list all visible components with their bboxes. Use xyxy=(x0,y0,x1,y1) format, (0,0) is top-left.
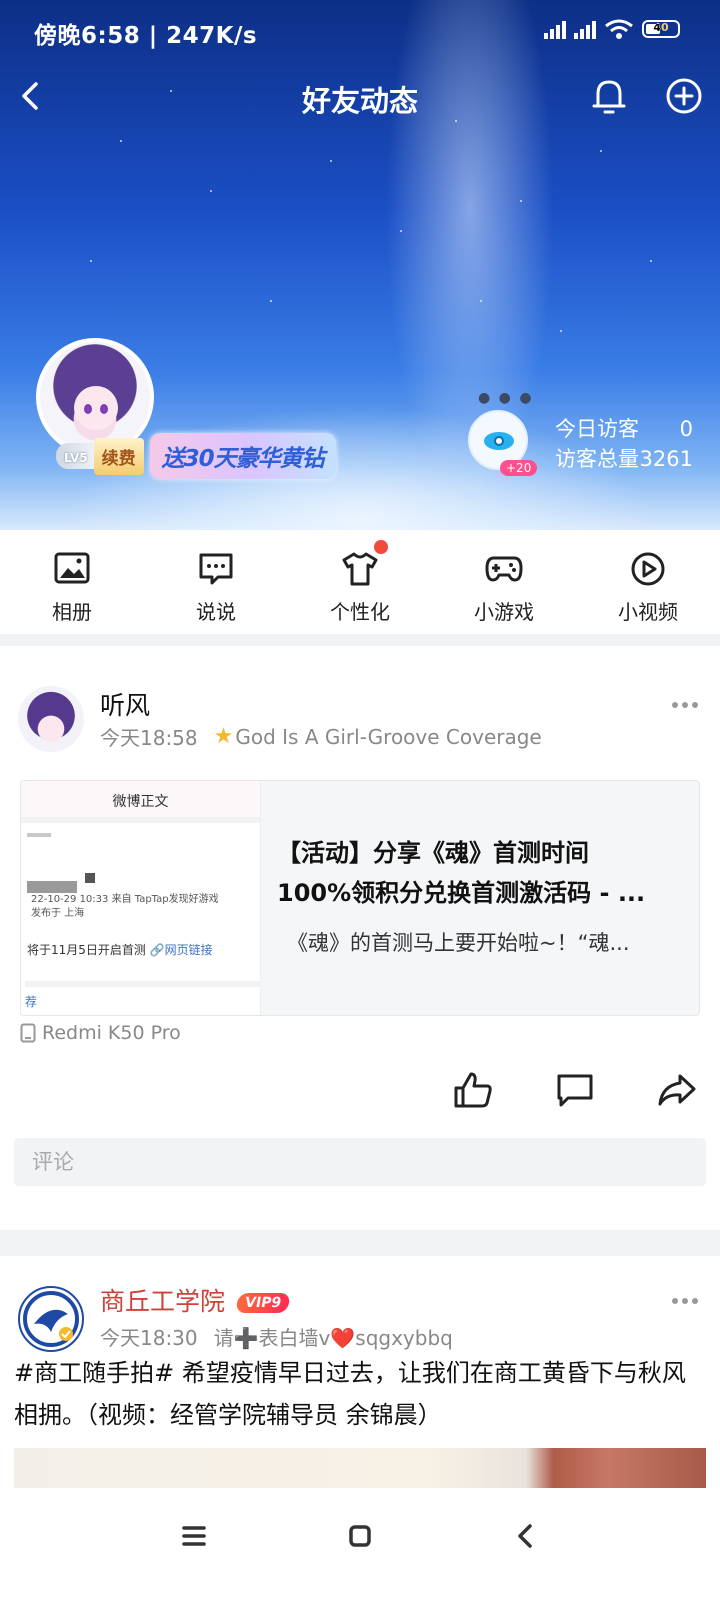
device-info: Redmi K50 Pro xyxy=(20,1022,181,1044)
more-icon[interactable] xyxy=(672,700,702,710)
notification-dot xyxy=(374,540,388,554)
status-time: 傍晚6:58 | 247K/s xyxy=(34,23,258,49)
shared-link-card[interactable]: 微博正文 22-10-29 10:33 来自 TapTap发现好游戏 发布于 上… xyxy=(20,780,700,1016)
comment-icon[interactable] xyxy=(554,1070,596,1110)
today-visitors-label: 今日访客 xyxy=(555,417,639,441)
thumb-header: 微博正文 xyxy=(21,781,260,823)
profile-cover[interactable]: 傍晚6:58 | 247K/s 40 好友动态 LV5 续费 送30天豪华黄钻 … xyxy=(0,0,720,530)
menu-label: 相册 xyxy=(52,600,92,624)
post-body: #商工随手拍# 希望疫情早日过去，让我们在商工黄昏下与秋风相拥。（视频：经管学院… xyxy=(14,1359,686,1429)
share-icon[interactable] xyxy=(656,1070,698,1110)
section-divider xyxy=(0,634,720,646)
chat-icon xyxy=(199,553,233,585)
menu-label: 个性化 xyxy=(330,600,390,624)
author-name-text: 商丘工学院 xyxy=(100,1287,226,1316)
play-circle-icon xyxy=(631,552,665,586)
quick-menu: 相册 说说 个性化 小游戏 小视频 xyxy=(0,530,720,634)
music-title: God Is A Girl-Groove Coverage xyxy=(235,724,542,749)
menu-label: 小游戏 xyxy=(474,600,534,624)
gamepad-icon xyxy=(485,556,523,582)
music-tag[interactable]: ★ God Is A Girl-Groove Coverage xyxy=(214,724,542,749)
visitor-stats[interactable]: 今日访客 0 访客总量 3261 xyxy=(555,414,693,474)
total-visitors-value: 3261 xyxy=(639,447,693,471)
menu-item-moments[interactable]: 说说 xyxy=(144,530,288,634)
comment-input[interactable]: 评论 xyxy=(14,1138,706,1186)
promo-banner[interactable]: 送30天豪华黄钻 xyxy=(149,433,336,479)
sparkle-decoration: ● ● ● xyxy=(478,390,534,406)
eye-icon[interactable]: +20 xyxy=(468,410,538,476)
battery-icon: 40 xyxy=(642,20,680,38)
home-icon[interactable] xyxy=(340,1516,380,1556)
author-avatar[interactable] xyxy=(18,686,84,752)
post-time: 今天18:30 xyxy=(100,1326,198,1350)
wifi-icon xyxy=(605,19,633,39)
thumb-text: 将于11月5日开启首测 🔗网页链接 xyxy=(27,941,213,958)
feed-post: 听风 今天18:58 ★ God Is A Girl-Groove Covera… xyxy=(0,646,720,1230)
bell-icon[interactable] xyxy=(590,76,628,116)
plus-circle-icon[interactable] xyxy=(664,76,704,116)
star-icon: ★ xyxy=(213,724,234,749)
signal-icon xyxy=(574,19,596,39)
menu-icon[interactable] xyxy=(174,1516,214,1556)
thumb-text-body: 将于11月5日开启首测 xyxy=(27,943,150,957)
menu-label: 说说 xyxy=(196,600,236,624)
total-visitors-label: 访客总量 xyxy=(555,447,639,471)
like-icon[interactable] xyxy=(452,1070,494,1110)
post-meta: 今天18:58 ★ God Is A Girl-Groove Coverage xyxy=(100,722,542,751)
post-meta: 今天18:30 请➕表白墙v❤️sqgxybbq xyxy=(100,1322,453,1351)
share-title-line: 【活动】分享《魂》首测时间 xyxy=(277,839,589,867)
album-icon xyxy=(54,552,90,584)
device-name: Redmi K50 Pro xyxy=(42,1022,181,1044)
vip-promo-strip[interactable]: LV5 续费 送30天豪华黄钻 xyxy=(56,433,336,479)
post-source[interactable]: 请➕表白墙v❤️sqgxybbq xyxy=(214,1322,453,1351)
school-logo-icon xyxy=(23,1291,79,1347)
post-media[interactable] xyxy=(14,1448,706,1488)
system-nav-bar xyxy=(0,1488,720,1600)
today-visitors-value: 0 xyxy=(679,417,693,441)
author-name[interactable]: 听风 xyxy=(100,686,150,722)
thumb-link: 🔗网页链接 xyxy=(149,943,213,957)
more-icon[interactable] xyxy=(672,1296,702,1306)
share-title-line: 100%领积分兑换首测激活码 - ... xyxy=(277,879,646,907)
menu-item-personalize[interactable]: 个性化 xyxy=(288,530,432,634)
thumb-meta: 22-10-29 10:33 来自 TapTap发现好游戏 发布于 上海 xyxy=(31,893,219,921)
renew-button[interactable]: 续费 xyxy=(93,437,144,475)
status-bar: 傍晚6:58 | 247K/s 40 xyxy=(0,0,720,60)
author-avatar[interactable] xyxy=(18,1286,84,1352)
signal-icon xyxy=(544,19,566,39)
level-badge: LV5 xyxy=(56,443,94,469)
back-icon[interactable] xyxy=(506,1516,546,1556)
thumb-meta-line: 发布于 上海 xyxy=(31,908,85,919)
visitor-badge: +20 xyxy=(500,460,538,476)
menu-item-album[interactable]: 相册 xyxy=(0,530,144,634)
top-nav: 好友动态 xyxy=(0,66,720,126)
vip-badge: VIP9 xyxy=(235,1293,291,1313)
menu-label: 小视频 xyxy=(618,600,678,624)
author-name[interactable]: 商丘工学院 VIP9 xyxy=(100,1282,291,1318)
thumb-meta-line: 22-10-29 10:33 来自 TapTap发现好游戏 xyxy=(31,894,219,905)
phone-icon xyxy=(20,1023,36,1043)
post-time: 今天18:58 xyxy=(100,726,198,750)
menu-item-videos[interactable]: 小视频 xyxy=(576,530,720,634)
menu-item-games[interactable]: 小游戏 xyxy=(432,530,576,634)
battery-level: 40 xyxy=(653,21,669,34)
share-description: 《魂》的首测马上要开始啦~！“魂... xyxy=(287,931,630,955)
feed-post: 商丘工学院 VIP9 今天18:30 请➕表白墙v❤️sqgxybbq #商工随手… xyxy=(0,1256,720,1488)
post-actions xyxy=(452,1070,698,1110)
share-thumbnail: 微博正文 22-10-29 10:33 来自 TapTap发现好游戏 发布于 上… xyxy=(21,781,261,1015)
thumb-recommend: 荐 xyxy=(25,981,261,1010)
tshirt-icon xyxy=(342,552,378,586)
section-divider xyxy=(0,1230,720,1256)
share-title: 【活动】分享《魂》首测时间 100%领积分兑换首测激活码 - ... xyxy=(277,833,687,913)
